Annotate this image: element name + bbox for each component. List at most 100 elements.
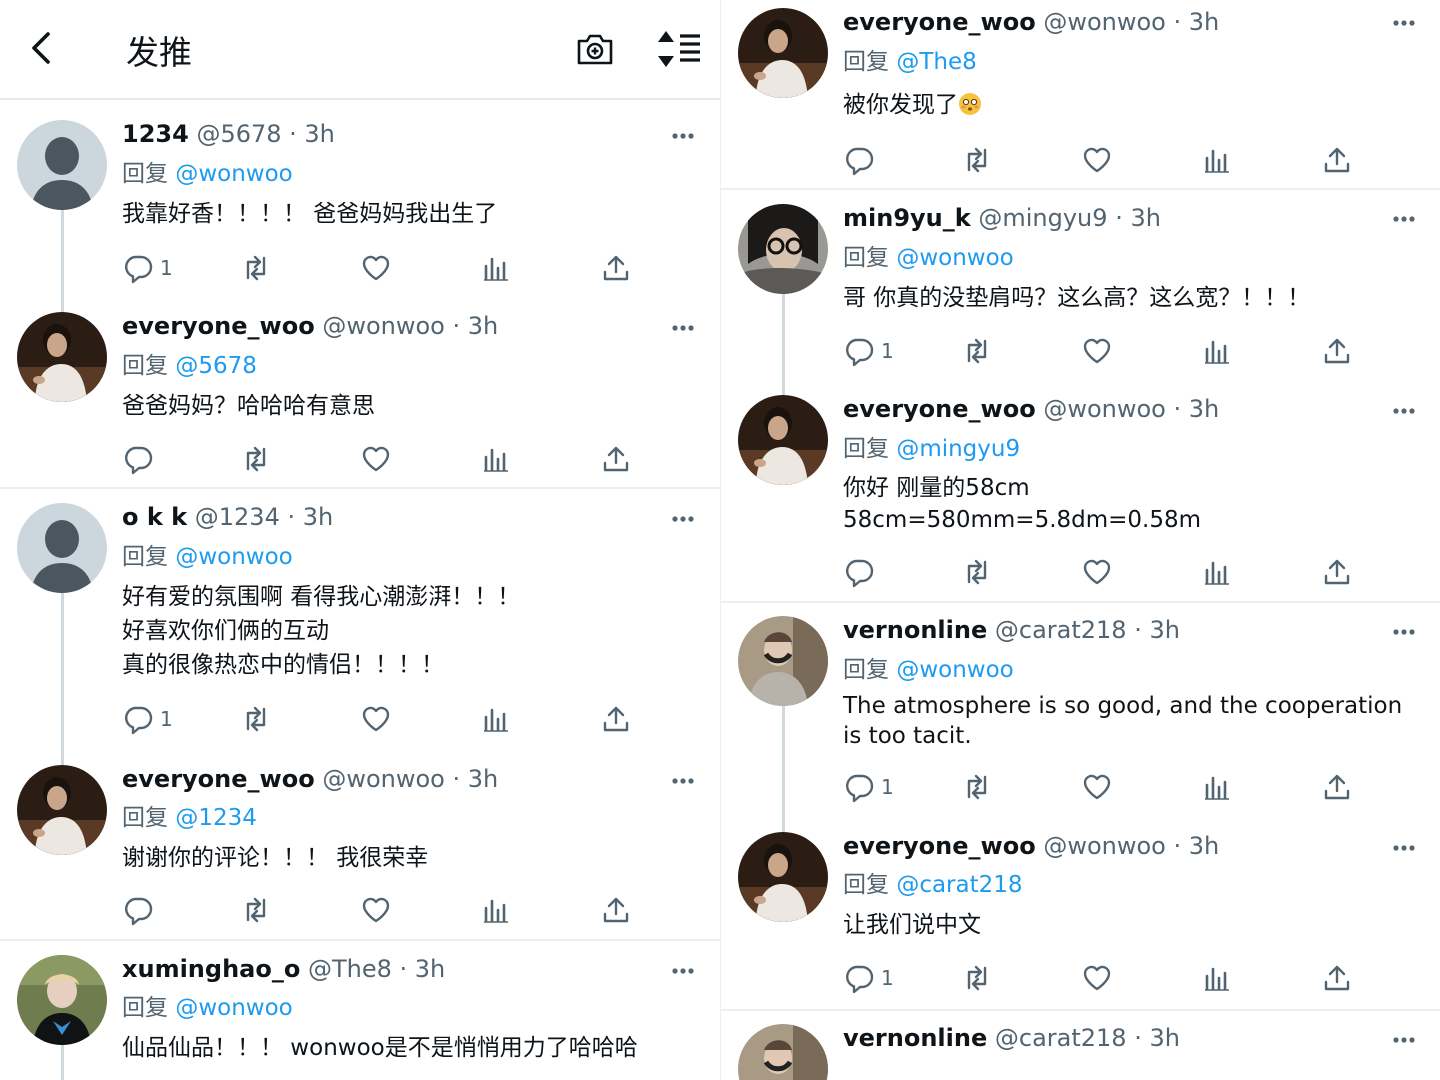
like-button[interactable] bbox=[360, 252, 392, 284]
avatar[interactable] bbox=[738, 832, 828, 922]
tweet[interactable]: o k k @1234 · 3h 回复 @wonwoo 好有爱的氛围啊 看得我心… bbox=[0, 489, 720, 751]
mention-link[interactable]: @1234 bbox=[175, 805, 257, 831]
retweet-button[interactable] bbox=[240, 894, 272, 926]
mention-link[interactable]: @5678 bbox=[175, 353, 257, 379]
like-button[interactable] bbox=[360, 894, 392, 926]
reply-button[interactable]: 1 bbox=[843, 962, 894, 994]
user-name[interactable]: vernonline bbox=[843, 1024, 987, 1052]
avatar[interactable] bbox=[738, 1024, 828, 1080]
retweet-button[interactable] bbox=[961, 962, 993, 994]
views-button[interactable] bbox=[480, 443, 512, 475]
mention-link[interactable]: @wonwoo bbox=[896, 245, 1013, 271]
more-icon[interactable] bbox=[1393, 215, 1415, 223]
user-name[interactable]: everyone_woo bbox=[843, 395, 1036, 423]
retweet-button[interactable] bbox=[961, 556, 993, 588]
more-icon[interactable] bbox=[672, 777, 694, 785]
avatar[interactable] bbox=[17, 955, 107, 1045]
reply-button[interactable] bbox=[843, 556, 881, 588]
user-name[interactable]: everyone_woo bbox=[122, 312, 315, 340]
mention-link[interactable]: @wonwoo bbox=[175, 161, 292, 187]
tweet[interactable]: vernonline @carat218 · 3h 回复 @wonwoo The… bbox=[721, 603, 1440, 820]
mention-link[interactable]: @wonwoo bbox=[175, 544, 292, 570]
reply-button[interactable] bbox=[122, 894, 160, 926]
more-icon[interactable] bbox=[672, 324, 694, 332]
tweet[interactable]: min9yu_k @mingyu9 · 3h 回复 @wonwoo 哥 你真的没… bbox=[721, 190, 1440, 383]
more-icon[interactable] bbox=[1393, 1036, 1415, 1044]
tweet[interactable]: everyone_woo @wonwoo · 3h 回复 @mingyu9 你好… bbox=[721, 383, 1440, 603]
like-button[interactable] bbox=[360, 703, 392, 735]
more-icon[interactable] bbox=[1393, 407, 1415, 415]
avatar[interactable] bbox=[738, 8, 828, 98]
retweet-button[interactable] bbox=[961, 771, 993, 803]
more-icon[interactable] bbox=[672, 967, 694, 975]
mention-link[interactable]: @wonwoo bbox=[896, 657, 1013, 683]
sort-icon[interactable] bbox=[654, 28, 702, 70]
more-icon[interactable] bbox=[672, 515, 694, 523]
camera-icon[interactable] bbox=[574, 28, 616, 70]
tweet[interactable]: xuminghao_o @The8 · 3h 回复 @wonwoo 仙品仙品！！… bbox=[0, 941, 720, 1080]
views-button[interactable] bbox=[480, 252, 512, 284]
reply-button[interactable] bbox=[843, 144, 881, 176]
retweet-button[interactable] bbox=[240, 443, 272, 475]
share-button[interactable] bbox=[1321, 962, 1353, 994]
share-button[interactable] bbox=[1321, 335, 1353, 367]
mention-link[interactable]: @wonwoo bbox=[175, 995, 292, 1021]
user-name[interactable]: everyone_woo bbox=[843, 8, 1036, 36]
share-button[interactable] bbox=[600, 443, 632, 475]
more-icon[interactable] bbox=[672, 132, 694, 140]
reply-button[interactable] bbox=[122, 443, 160, 475]
user-name[interactable]: xuminghao_o bbox=[122, 955, 300, 983]
share-button[interactable] bbox=[600, 703, 632, 735]
avatar[interactable] bbox=[17, 312, 107, 402]
tweet[interactable]: everyone_woo @wonwoo · 3h 回复 @1234 谢谢你的评… bbox=[0, 750, 720, 941]
like-button[interactable] bbox=[1081, 556, 1113, 588]
tweet[interactable]: everyone_woo @wonwoo · 3h 回复 @carat218 让… bbox=[721, 819, 1440, 1011]
like-button[interactable] bbox=[1081, 144, 1113, 176]
share-button[interactable] bbox=[1321, 556, 1353, 588]
share-button[interactable] bbox=[1321, 771, 1353, 803]
avatar[interactable] bbox=[17, 503, 107, 593]
views-button[interactable] bbox=[480, 703, 512, 735]
more-icon[interactable] bbox=[1393, 19, 1415, 27]
mention-link[interactable]: @The8 bbox=[896, 49, 976, 75]
views-button[interactable] bbox=[480, 894, 512, 926]
mention-link[interactable]: @carat218 bbox=[896, 872, 1022, 898]
user-name[interactable]: 1234 bbox=[122, 120, 189, 148]
tweet[interactable]: vernonline @carat218 · 3h bbox=[721, 1011, 1440, 1080]
views-button[interactable] bbox=[1201, 335, 1233, 367]
more-icon[interactable] bbox=[1393, 844, 1415, 852]
views-button[interactable] bbox=[1201, 962, 1233, 994]
reply-button[interactable]: 1 bbox=[122, 703, 173, 735]
tweet[interactable]: everyone_woo @wonwoo · 3h 回复 @5678 爸爸妈妈？… bbox=[0, 290, 720, 489]
like-button[interactable] bbox=[1081, 962, 1113, 994]
views-button[interactable] bbox=[1201, 771, 1233, 803]
chevron-left-icon[interactable] bbox=[22, 28, 62, 68]
more-icon[interactable] bbox=[1393, 628, 1415, 636]
avatar[interactable] bbox=[17, 120, 107, 210]
user-name[interactable]: everyone_woo bbox=[843, 832, 1036, 860]
reply-button[interactable]: 1 bbox=[843, 771, 894, 803]
retweet-button[interactable] bbox=[240, 252, 272, 284]
like-button[interactable] bbox=[1081, 771, 1113, 803]
views-button[interactable] bbox=[1201, 144, 1233, 176]
avatar[interactable] bbox=[738, 395, 828, 485]
avatar[interactable] bbox=[738, 204, 828, 294]
like-button[interactable] bbox=[360, 443, 392, 475]
avatar[interactable] bbox=[738, 616, 828, 706]
share-button[interactable] bbox=[600, 252, 632, 284]
user-name[interactable]: min9yu_k bbox=[843, 204, 971, 232]
views-button[interactable] bbox=[1201, 556, 1233, 588]
tweet[interactable]: everyone_woo @wonwoo · 3h 回复 @The8 被你发现了 bbox=[721, 0, 1440, 190]
user-name[interactable]: vernonline bbox=[843, 616, 987, 644]
reply-button[interactable]: 1 bbox=[122, 252, 173, 284]
retweet-button[interactable] bbox=[961, 144, 993, 176]
share-button[interactable] bbox=[1321, 144, 1353, 176]
tweet[interactable]: 1234 @5678 · 3h 回复 @wonwoo 我靠好香！！！！ 爸爸妈妈… bbox=[0, 98, 720, 288]
reply-button[interactable]: 1 bbox=[843, 335, 894, 367]
like-button[interactable] bbox=[1081, 335, 1113, 367]
user-name[interactable]: everyone_woo bbox=[122, 765, 315, 793]
retweet-button[interactable] bbox=[961, 335, 993, 367]
retweet-button[interactable] bbox=[240, 703, 272, 735]
user-name[interactable]: o k k bbox=[122, 503, 187, 531]
avatar[interactable] bbox=[17, 765, 107, 855]
